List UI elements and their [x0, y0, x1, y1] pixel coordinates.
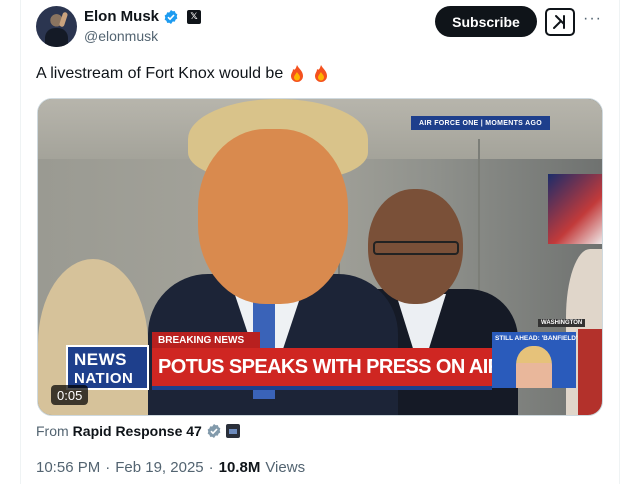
source-name-link[interactable]: Rapid Response 47 — [73, 423, 202, 439]
grok-button[interactable] — [545, 8, 575, 36]
author-name-row: Elon Musk 𝕏 — [84, 8, 202, 25]
person-speaking — [198, 129, 348, 304]
verified-badge-icon — [164, 9, 178, 24]
x-logo-icon: 𝕏 — [187, 9, 202, 24]
tweet-date[interactable]: Feb 19, 2025 — [115, 459, 203, 476]
location-tag: WASHINGTON — [538, 319, 586, 327]
meta-separator: · — [208, 459, 214, 476]
network-logo: NEWS NATION — [66, 345, 149, 390]
tweet-text: A livestream of Fort Knox would be — [36, 64, 331, 84]
tweet-meta: 10:56 PM · Feb 19, 2025 · 10.8M Views — [36, 459, 305, 476]
views-label: Views — [265, 459, 306, 476]
chyron-headline: POTUS SPEAKS WITH PRESS ON AIR FORCE ONE — [152, 348, 492, 386]
grok-icon — [553, 15, 565, 29]
fire-emoji — [315, 65, 328, 82]
tweet-text-body: A livestream of Fort Knox would be — [36, 65, 284, 82]
more-options-button[interactable]: ··· — [583, 10, 602, 28]
source-prefix: From — [36, 423, 69, 439]
still-ahead-box: STILL AHEAD: 'BANFIELD' — [492, 332, 578, 388]
video-player[interactable]: AIR FORCE ONE | MOMENTS AGO WASHINGTON N… — [37, 98, 603, 416]
source-attribution: From Rapid Response 47 — [36, 423, 240, 439]
tweet-time[interactable]: 10:56 PM — [36, 459, 100, 476]
views-count: 10.8M — [218, 459, 261, 476]
background-screen — [548, 174, 602, 244]
government-affiliation-icon — [225, 424, 240, 438]
gray-verified-badge-icon — [207, 424, 221, 438]
news-chyron: NEWS NATION BREAKING NEWS POTUS SPEAKS W… — [66, 332, 578, 392]
video-duration: 0:05 — [51, 385, 89, 405]
author-avatar[interactable] — [36, 6, 77, 47]
meta-separator: · — [105, 459, 111, 476]
breaking-news-label: BREAKING NEWS — [152, 332, 260, 348]
author-name[interactable]: Elon Musk — [84, 8, 159, 25]
subscribe-button[interactable]: Subscribe — [435, 6, 537, 37]
video-overlay-label: AIR FORCE ONE | MOMENTS AGO — [411, 116, 550, 130]
author-handle[interactable]: @elonmusk — [84, 28, 158, 44]
fire-emoji — [291, 65, 304, 82]
